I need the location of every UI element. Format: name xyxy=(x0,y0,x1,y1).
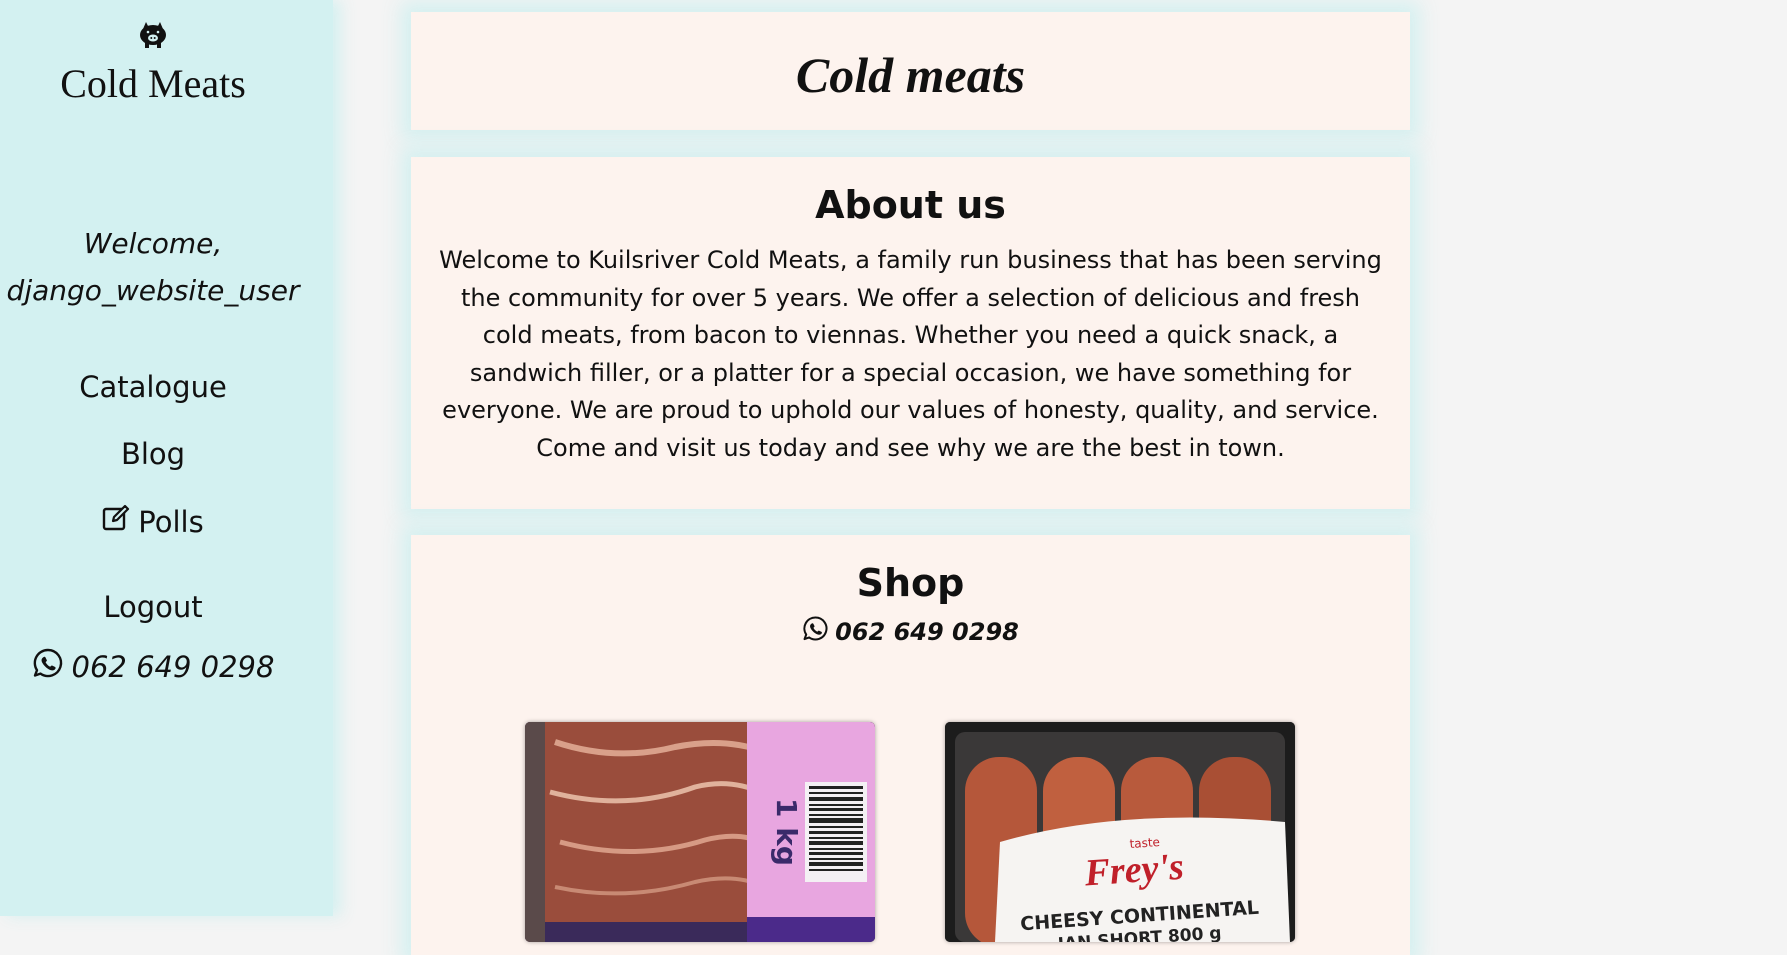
whatsapp-icon xyxy=(802,615,829,648)
title-panel: Cold meats xyxy=(411,12,1410,130)
nav-logout[interactable]: Logout xyxy=(0,590,306,624)
sidebar-phone-number: 062 649 0298 xyxy=(71,649,275,684)
nav-catalogue[interactable]: Catalogue xyxy=(0,370,306,404)
product-card-bacon[interactable]: 1 kg xyxy=(525,722,875,942)
frey-brand: Frey's xyxy=(1082,846,1185,895)
welcome-message: Welcome, django_website_user xyxy=(0,220,306,314)
whatsapp-icon xyxy=(32,647,64,686)
pig-icon xyxy=(0,20,306,50)
about-panel: About us Welcome to Kuilsriver Cold Meat… xyxy=(411,157,1410,509)
shop-phone-number: 062 649 0298 xyxy=(835,617,1019,646)
nav-blog[interactable]: Blog xyxy=(0,437,306,471)
about-heading: About us xyxy=(815,183,1006,227)
edit-icon xyxy=(102,504,130,539)
nav-polls[interactable]: Polls xyxy=(0,504,306,539)
shop-phone-link[interactable]: 062 649 0298 xyxy=(411,615,1410,648)
about-text: Welcome to Kuilsriver Cold Meats, a fami… xyxy=(439,246,1382,462)
username: django_website_user xyxy=(6,274,300,307)
site-brand[interactable]: Cold Meats xyxy=(0,60,306,107)
product-card-sausages[interactable]: taste Frey's CHEESY CONTINENTAL IAN SHOR… xyxy=(945,722,1295,942)
sidebar-phone-link[interactable]: 062 649 0298 xyxy=(0,647,306,686)
sidebar: Cold Meats Welcome, django_website_user … xyxy=(0,0,333,916)
shop-panel: Shop 062 649 0298 1 kg taste Frey's CHEE… xyxy=(411,535,1410,955)
bacon-weight-label: 1 kg xyxy=(770,798,803,866)
nav-polls-label: Polls xyxy=(138,504,204,539)
bacon-product-image: 1 kg xyxy=(525,722,875,942)
sausages-product-image: taste Frey's CHEESY CONTINENTAL IAN SHOR… xyxy=(945,722,1295,942)
page-title: Cold meats xyxy=(795,47,1026,103)
shop-heading: Shop xyxy=(856,561,965,605)
welcome-line: Welcome, xyxy=(83,227,223,260)
